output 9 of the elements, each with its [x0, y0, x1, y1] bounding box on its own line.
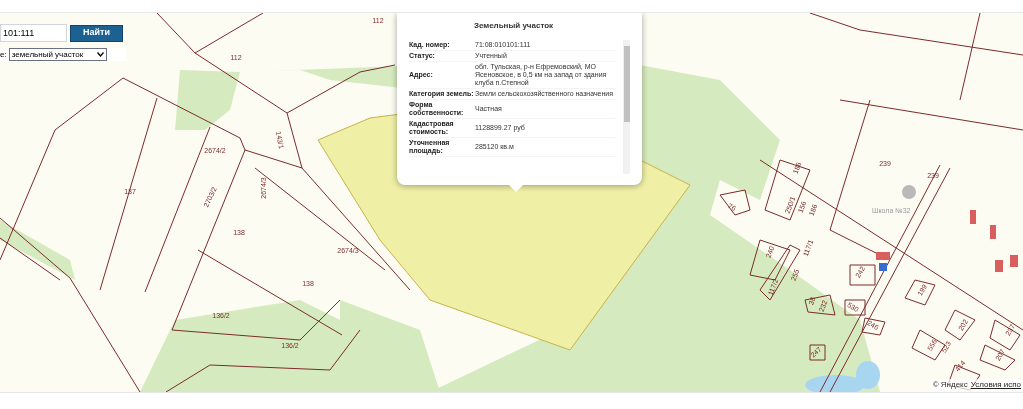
popup-title: Земельный участок: [472, 20, 555, 32]
search-button[interactable]: Найти: [70, 24, 123, 42]
search-field[interactable]: 101:111: [0, 24, 67, 42]
chevron-down-icon: [96, 52, 104, 57]
bus-stop-icon: [879, 263, 887, 271]
terms-link[interactable]: Условия испо: [970, 379, 1021, 391]
type-label: е:: [0, 48, 7, 61]
copyright-text: © Яндекс: [932, 379, 968, 391]
type-select[interactable]: земельный участок: [8, 48, 107, 61]
